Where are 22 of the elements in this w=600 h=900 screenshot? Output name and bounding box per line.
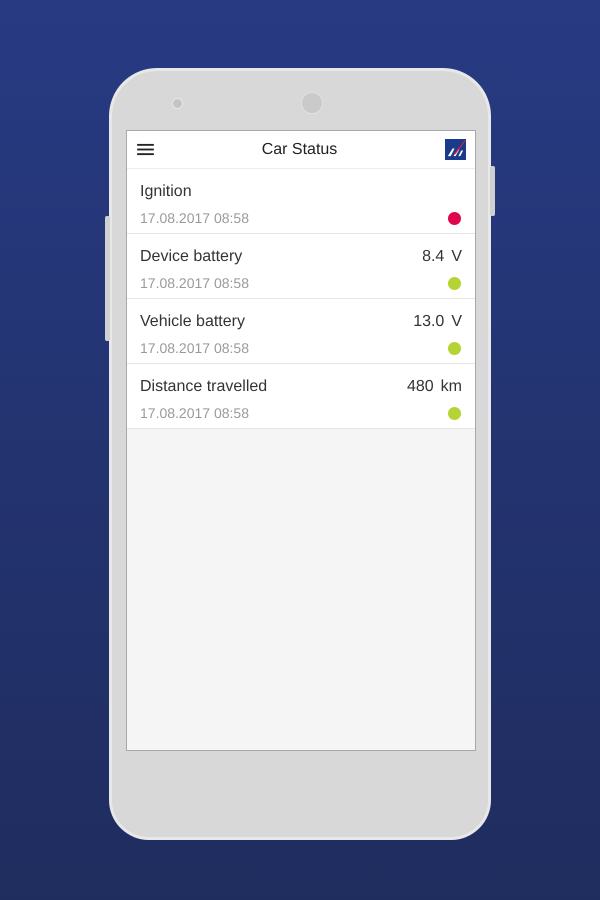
status-row[interactable]: Distance travelled 480 km 17.08.2017 08:58 [127,364,475,429]
item-unit: V [451,313,462,331]
item-unit: km [440,378,462,396]
item-timestamp: 17.08.2017 08:58 [140,210,250,226]
status-row[interactable]: Vehicle battery 13.0 V 17.08.2017 08:58 [127,299,475,364]
camera-icon [172,98,183,109]
menu-icon[interactable] [137,143,154,156]
item-label: Device battery [140,248,244,266]
item-unit: V [451,248,462,266]
item-value: 8.4 [422,248,444,266]
app-title: Car Status [260,140,338,158]
logo-icon [445,139,466,160]
status-row[interactable]: Device battery 8.4 V 17.08.2017 08:58 [127,234,475,299]
item-label: Distance travelled [140,378,268,396]
item-value: 13.0 [413,313,444,331]
item-timestamp: 17.08.2017 08:58 [140,340,250,356]
item-timestamp: 17.08.2017 08:58 [140,405,250,421]
status-row[interactable]: Ignition 17.08.2017 08:58 [127,169,475,234]
item-label: Ignition [140,183,193,201]
item-value: 480 [406,378,434,396]
item-label: Vehicle battery [140,313,246,331]
item-timestamp: 17.08.2017 08:58 [140,275,250,291]
